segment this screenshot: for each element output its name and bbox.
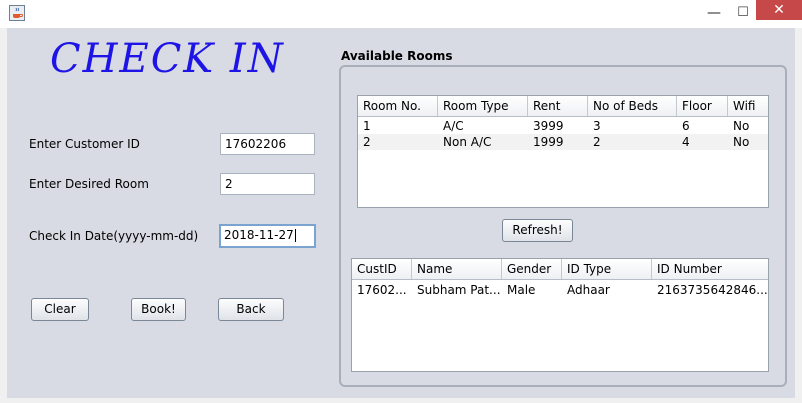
window-frame bbox=[0, 28, 7, 403]
table-row[interactable]: 17602... Subham Pat... Male Adhaar 21637… bbox=[352, 282, 768, 298]
column-header-room-type[interactable]: Room Type bbox=[438, 96, 528, 116]
customer-id-value: 17602206 bbox=[225, 137, 287, 151]
column-header-gender[interactable]: Gender bbox=[502, 259, 562, 279]
rooms-table[interactable]: Room No. Room Type Rent No of Beds Floor… bbox=[357, 95, 769, 208]
customers-table[interactable]: CustID Name Gender ID Type ID Number 176… bbox=[351, 258, 769, 372]
table-cell: 2 bbox=[363, 135, 371, 149]
column-header-id-type[interactable]: ID Type bbox=[562, 259, 652, 279]
page-title: CHECK IN bbox=[50, 36, 285, 82]
table-cell: 6 bbox=[682, 119, 690, 133]
book-button[interactable]: Book! bbox=[131, 298, 186, 321]
table-cell: 4 bbox=[682, 135, 690, 149]
table-cell: Adhaar bbox=[567, 283, 610, 297]
room-field[interactable]: 2 bbox=[220, 173, 315, 195]
table-cell: 1 bbox=[363, 119, 371, 133]
minimize-button[interactable]: — bbox=[703, 4, 725, 22]
check-in-date-label: Check In Date(yyyy-mm-dd) bbox=[29, 229, 199, 243]
column-header-wifi[interactable]: Wifi bbox=[728, 96, 768, 116]
check-in-date-field[interactable]: 2018-11-27 bbox=[219, 224, 316, 248]
column-header-room-no[interactable]: Room No. bbox=[358, 96, 438, 116]
table-row[interactable]: 1 A/C 3999 3 6 No bbox=[358, 118, 768, 134]
available-rooms-title: Available Rooms bbox=[341, 49, 453, 63]
table-cell: A/C bbox=[443, 119, 464, 133]
table-row[interactable]: 2 Non A/C 1999 2 4 No bbox=[358, 134, 768, 150]
table-cell: Subham Pat... bbox=[417, 283, 501, 297]
refresh-button[interactable]: Refresh! bbox=[502, 219, 573, 242]
column-header-id-number[interactable]: ID Number bbox=[652, 259, 768, 279]
customer-id-field[interactable]: 17602206 bbox=[220, 133, 315, 155]
table-cell: Male bbox=[507, 283, 536, 297]
column-header-rent[interactable]: Rent bbox=[528, 96, 588, 116]
table-cell: 17602... bbox=[357, 283, 407, 297]
table-cell: 1999 bbox=[533, 135, 564, 149]
column-header-floor[interactable]: Floor bbox=[677, 96, 728, 116]
check-in-date-value: 2018-11-27 bbox=[224, 228, 294, 242]
table-cell: Non A/C bbox=[443, 135, 492, 149]
room-label: Enter Desired Room bbox=[29, 177, 149, 191]
customer-id-label: Enter Customer ID bbox=[29, 137, 140, 151]
table-cell: 3999 bbox=[533, 119, 564, 133]
room-value: 2 bbox=[225, 177, 233, 191]
table-cell: No bbox=[733, 119, 750, 133]
title-bar[interactable]: — ☐ ✕ bbox=[0, 0, 802, 28]
column-header-cust-id[interactable]: CustID bbox=[352, 259, 412, 279]
clear-button[interactable]: Clear bbox=[31, 298, 89, 321]
table-cell: 2163735642846... bbox=[657, 283, 768, 297]
close-button[interactable]: ✕ bbox=[756, 0, 802, 20]
table-cell: 3 bbox=[593, 119, 601, 133]
table-cell: 2 bbox=[593, 135, 601, 149]
table-cell: No bbox=[733, 135, 750, 149]
column-header-beds[interactable]: No of Beds bbox=[588, 96, 677, 116]
back-button[interactable]: Back bbox=[218, 298, 284, 321]
text-caret bbox=[294, 229, 296, 242]
maximize-button[interactable]: ☐ bbox=[732, 4, 754, 22]
customers-table-header: CustID Name Gender ID Type ID Number bbox=[352, 259, 768, 280]
rooms-table-header: Room No. Room Type Rent No of Beds Floor… bbox=[358, 96, 768, 117]
java-coffee-icon bbox=[9, 5, 25, 21]
column-header-name[interactable]: Name bbox=[412, 259, 502, 279]
